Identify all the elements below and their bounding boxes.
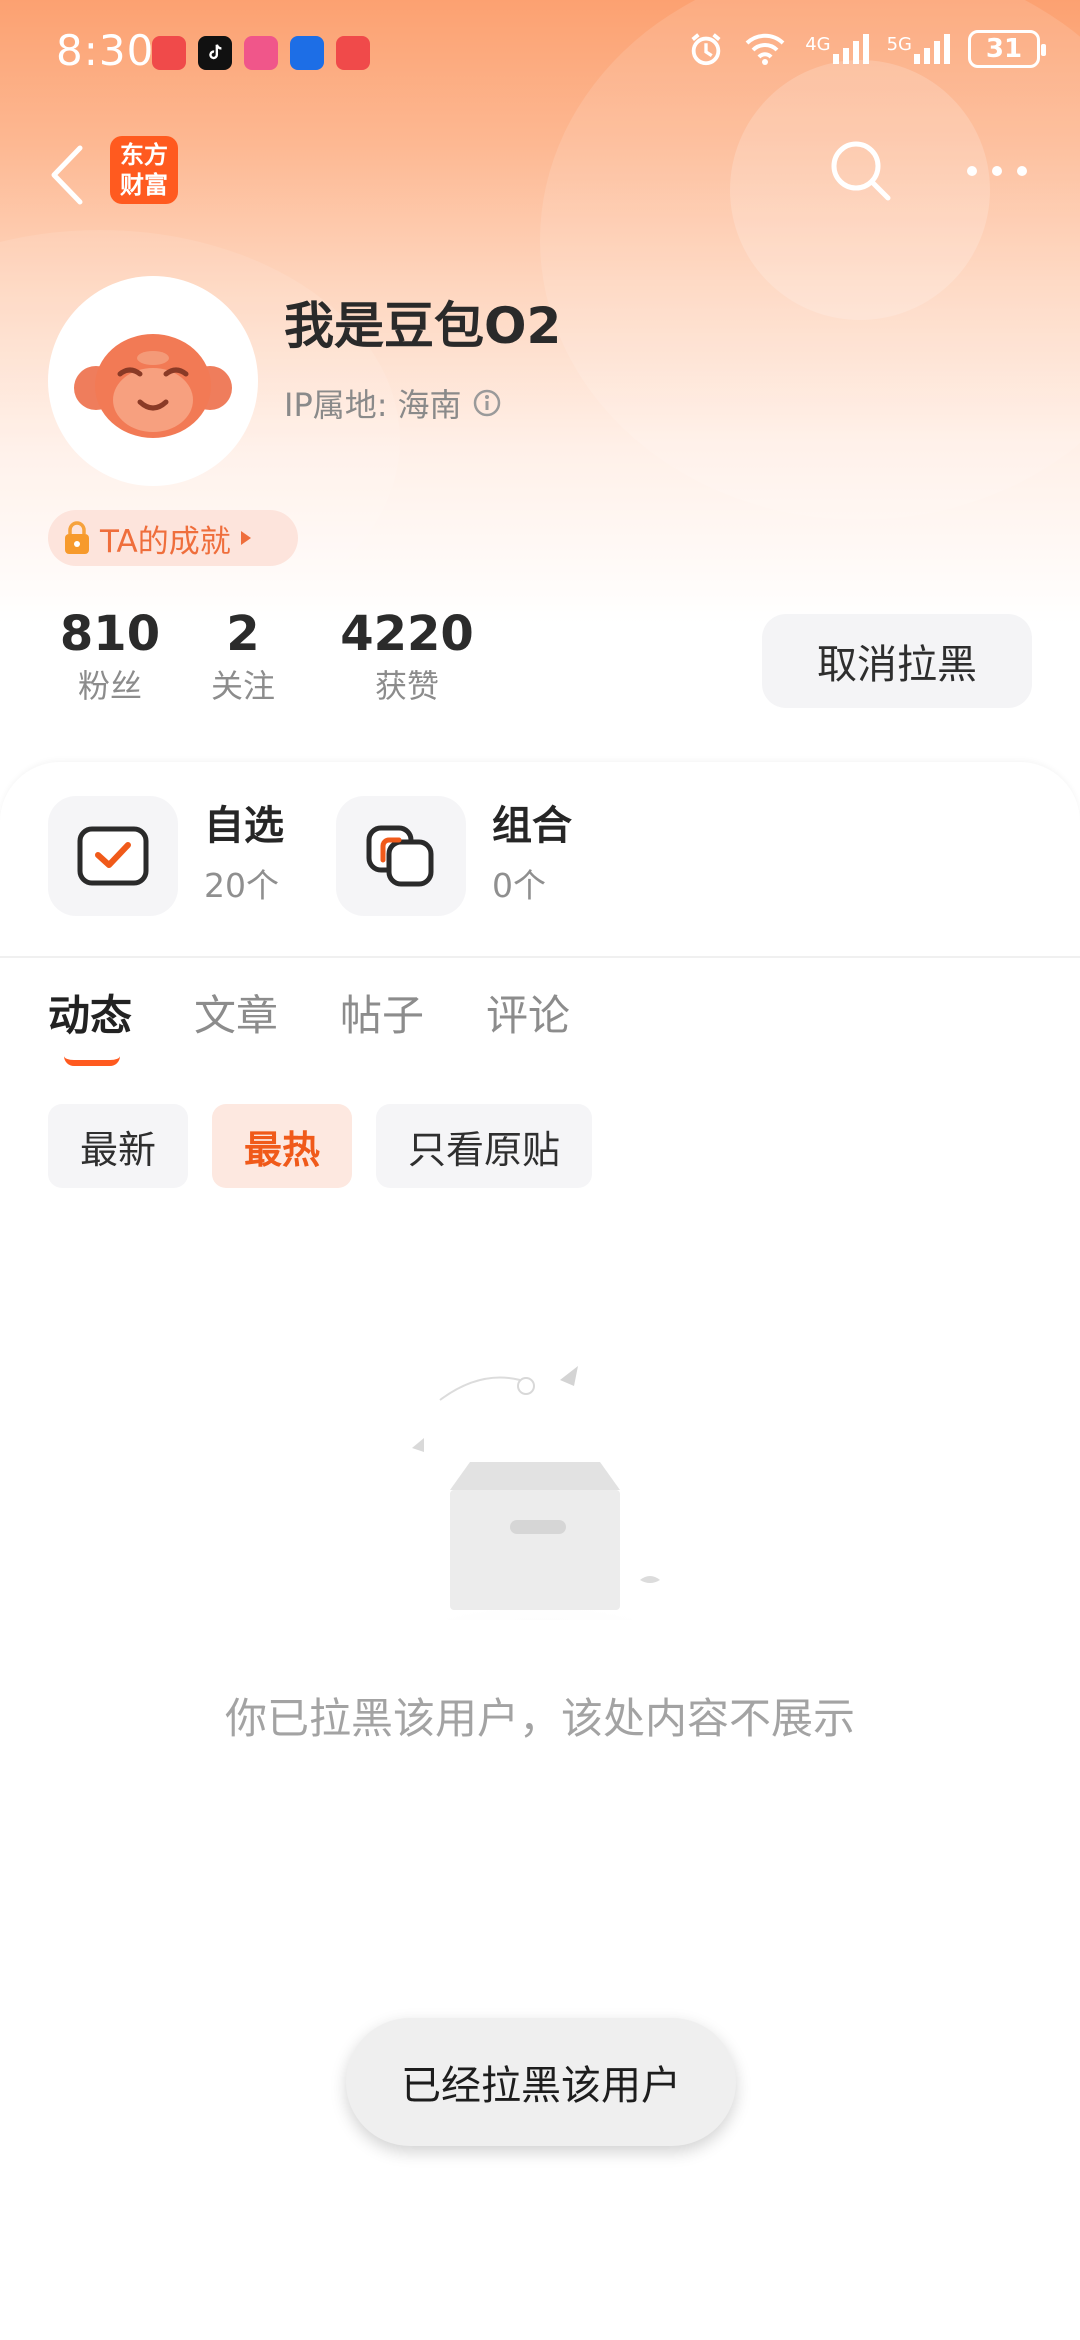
- portfolio-link[interactable]: 组合 0个: [336, 796, 572, 916]
- overlapping-squares-icon: [366, 825, 434, 887]
- search-button[interactable]: [826, 136, 896, 206]
- empty-box-illustration: [320, 1350, 760, 1760]
- more-icon: [967, 166, 1027, 176]
- status-app-icons: [152, 36, 370, 70]
- likes-label: 获赞: [374, 667, 439, 705]
- signal-5g-icon: 5G: [887, 34, 950, 64]
- filter-hottest[interactable]: 最热: [212, 1104, 353, 1188]
- filter-original-only[interactable]: 只看原贴: [376, 1104, 593, 1188]
- tab-activity-label: 动态: [48, 991, 133, 1040]
- filter-chips: 最新 最热 只看原贴: [48, 1104, 593, 1188]
- status-time: 8:30: [56, 26, 155, 75]
- lock-icon: [65, 521, 89, 554]
- tab-activity[interactable]: 动态: [48, 986, 133, 1066]
- portfolio-title: 组合: [492, 803, 572, 849]
- ip-value: 海南: [397, 386, 462, 424]
- search-icon: [831, 141, 891, 201]
- watchlist-title: 自选: [204, 803, 284, 849]
- checkbox-icon: [77, 826, 149, 886]
- watchlist-icon-box: [48, 796, 178, 916]
- alarm-icon: [691, 33, 721, 66]
- battery-icon: 31: [968, 30, 1046, 68]
- following-stat[interactable]: 2 关注: [198, 604, 288, 708]
- signal-4g-icon: 4G: [805, 34, 869, 64]
- back-button[interactable]: [44, 140, 94, 210]
- section-divider: [0, 956, 1080, 958]
- filter-latest[interactable]: 最新: [48, 1104, 189, 1188]
- huawei-app-icon-2: [336, 36, 370, 70]
- triangle-right-icon: [240, 531, 251, 545]
- app-icon: [244, 36, 278, 70]
- followers-label: 粉丝: [77, 667, 142, 705]
- wifi-icon: [745, 33, 785, 65]
- likes-count: 4220: [340, 606, 474, 662]
- chevron-left-icon: [51, 145, 83, 205]
- 12123-icon: [290, 36, 324, 70]
- status-bar: 8:30 4G 5G 31: [0, 0, 1080, 110]
- content-tabs: 动态 文章 帖子 评论: [48, 986, 632, 1066]
- toast-message: 已经拉黑该用户: [346, 2018, 736, 2146]
- following-label: 关注: [210, 667, 275, 705]
- profile-username: 我是豆包O2: [284, 297, 562, 355]
- logo-text-line2: 财富: [120, 171, 168, 199]
- active-tab-indicator: [64, 1056, 120, 1066]
- tab-posts[interactable]: 帖子: [340, 986, 424, 1046]
- achievements-label: TA的成就: [100, 523, 231, 560]
- ip-label: IP属地:: [284, 386, 388, 424]
- watchlist-link[interactable]: 自选 20个: [48, 796, 284, 916]
- unblock-button[interactable]: 取消拉黑: [762, 614, 1032, 708]
- more-button[interactable]: [962, 160, 1032, 182]
- tiktok-icon: [198, 36, 232, 70]
- empty-box-icon: [340, 1366, 740, 1760]
- portfolio-icon-box: [336, 796, 466, 916]
- ip-location: IP属地: 海南: [284, 380, 502, 426]
- logo-text-line1: 东方: [120, 141, 168, 169]
- followers-stat[interactable]: 810 粉丝: [48, 604, 172, 708]
- following-count: 2: [226, 606, 260, 662]
- portfolio-count: 0个: [492, 866, 546, 905]
- huawei-app-icon: [152, 36, 186, 70]
- tab-comments[interactable]: 评论: [486, 986, 570, 1046]
- watchlist-count: 20个: [204, 866, 279, 905]
- status-right-icons: 4G 5G 31: [687, 30, 1046, 68]
- monkey-avatar-icon: [74, 334, 232, 438]
- achievements-button[interactable]: TA的成就: [48, 510, 298, 566]
- tab-articles[interactable]: 文章: [194, 986, 278, 1046]
- likes-stat[interactable]: 4220 获赞: [340, 604, 474, 708]
- blocked-content-message: 你已拉黑该用户，该处内容不展示: [224, 1694, 855, 1743]
- avatar[interactable]: [48, 276, 258, 486]
- info-icon[interactable]: [472, 388, 502, 418]
- app-logo: 东方 财富: [110, 136, 178, 204]
- battery-level: 31: [985, 34, 1023, 64]
- followers-count: 810: [59, 606, 161, 662]
